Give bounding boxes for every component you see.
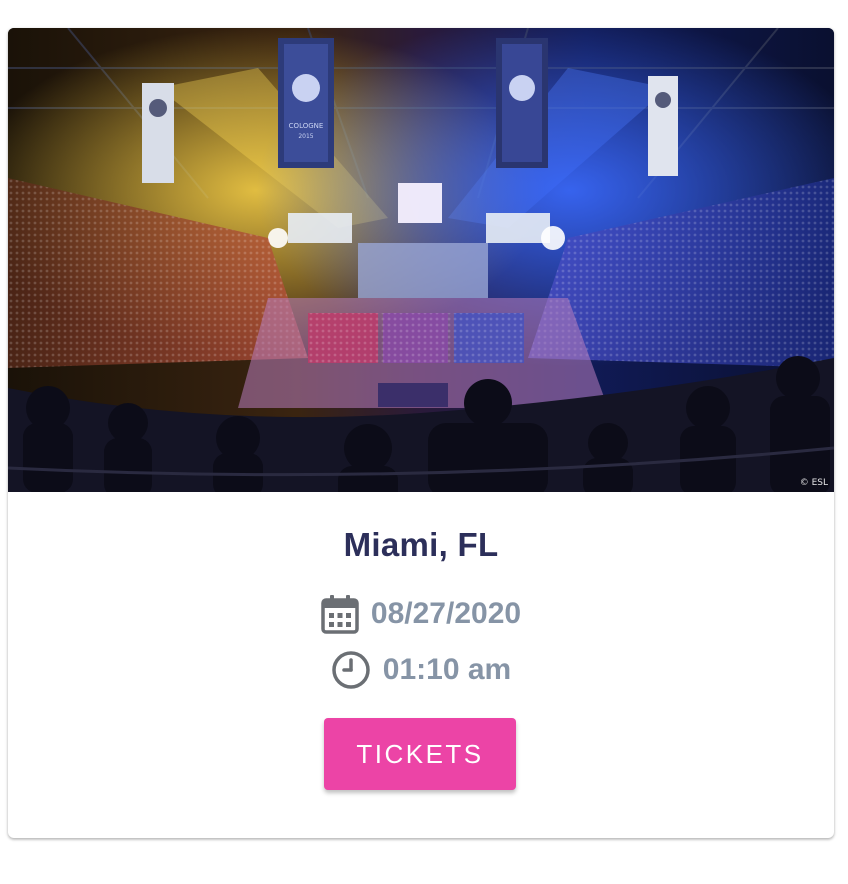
event-date: 08/27/2020 (370, 597, 522, 630)
clock-icon (331, 650, 371, 690)
calendar-icon (321, 594, 359, 634)
event-date-row: 08/27/2020 (8, 592, 834, 636)
event-time: 01:10 am (382, 653, 512, 686)
event-card: COLOGNE 2015 © ESL Miami, FL 08/27/2020 … (8, 28, 834, 838)
event-time-row: 01:10 am (8, 648, 834, 692)
svg-text:2015: 2015 (298, 133, 313, 140)
svg-text:COLOGNE: COLOGNE (289, 122, 324, 130)
event-city: Miami, FL (343, 526, 499, 563)
tickets-button[interactable]: TICKETS (324, 718, 516, 790)
event-photo: COLOGNE 2015 © ESL (8, 28, 834, 492)
arena-illustration: COLOGNE 2015 (8, 28, 834, 492)
photo-credit: © ESL (799, 478, 828, 488)
